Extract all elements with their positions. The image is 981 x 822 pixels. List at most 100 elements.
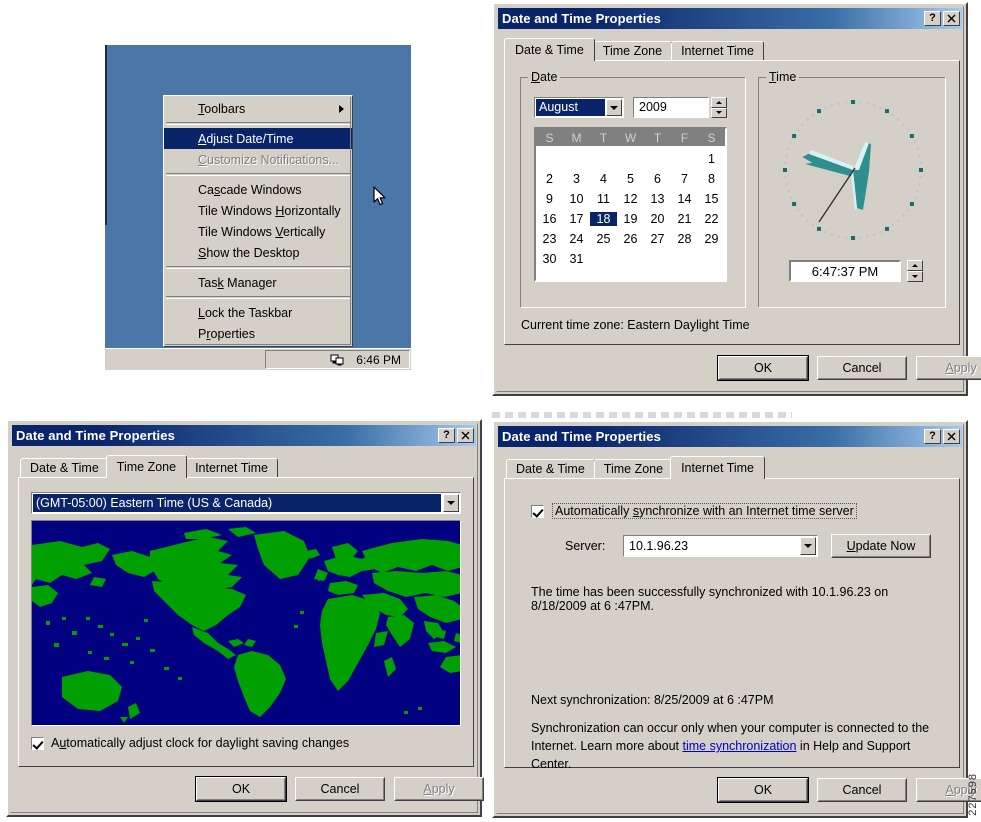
menu-item-tile-vertically[interactable]: Tile Windows Vertically [164,221,352,242]
tab-date-and-time[interactable]: Date & Time [20,458,109,477]
tab-internet-time[interactable]: Internet Time [671,41,765,60]
day-cell[interactable]: 11 [590,192,617,206]
month-dropdown-arrow-icon[interactable] [606,99,622,116]
tab-time-zone[interactable]: Time Zone [592,41,673,60]
cancel-button[interactable]: Cancel [817,778,907,802]
menu-item-label: Task Manager [198,275,277,290]
day-cell[interactable]: 12 [617,192,644,206]
close-button[interactable] [943,429,960,444]
menu-item-lock-taskbar[interactable]: Lock the Taskbar [164,302,352,323]
day-cell[interactable]: 25 [590,232,617,246]
year-stepper[interactable] [711,97,727,118]
tab-strip[interactable]: Date & Time Time Zone Internet Time [506,456,766,479]
menu-item-task-manager[interactable]: Task Manager [164,272,352,293]
day-cell[interactable]: 9 [536,192,563,206]
cancel-button[interactable]: Cancel [295,777,385,801]
year-stepper-down[interactable] [711,107,727,118]
year-field[interactable]: 2009 [633,97,709,118]
taskbar-clock[interactable]: 6:46 PM [356,353,401,367]
menu-item-properties[interactable]: Properties [164,323,352,344]
time-field[interactable]: 6:47:37 PM [789,260,901,282]
menu-item-show-desktop[interactable]: Show the Desktop [164,242,352,263]
auto-sync-checkbox[interactable] [531,504,544,518]
day-cell[interactable]: 17 [563,212,590,226]
daylight-saving-checkbox-row[interactable]: Automatically adjust clock for daylight … [31,736,349,750]
analog-clock[interactable] [773,90,933,250]
server-combobox[interactable]: 10.1.96.23 [623,535,818,557]
calendar[interactable]: S M T W T F S 1 2 3 4 5 6 7 8 9 10 11 12… [534,127,727,282]
day-cell[interactable]: 22 [698,212,725,226]
time-synchronization-link[interactable]: time synchronization [682,739,796,753]
day-cell[interactable]: 24 [563,232,590,246]
tab-time-zone[interactable]: Time Zone [593,459,674,478]
day-cell[interactable]: 1 [698,152,725,166]
taskbar[interactable]: 6:46 PM [105,348,411,370]
day-cell[interactable]: 27 [644,232,671,246]
day-cell[interactable]: 3 [563,172,590,186]
day-cell[interactable]: 6 [644,172,671,186]
day-cell[interactable]: 14 [671,192,698,206]
day-cell[interactable]: 23 [536,232,563,246]
day-cell[interactable]: 26 [617,232,644,246]
day-cell[interactable]: 28 [671,232,698,246]
close-button[interactable] [943,11,960,26]
timezone-combobox[interactable]: (GMT-05:00) Eastern Time (US & Canada) [31,492,461,514]
menu-item-tile-horizontally[interactable]: Tile Windows Horizontally [164,200,352,221]
day-cell[interactable]: 16 [536,212,563,226]
day-cell[interactable]: 29 [698,232,725,246]
ok-button[interactable]: OK [195,776,287,802]
timezone-dropdown-arrow-icon[interactable] [443,494,459,512]
world-map[interactable] [32,521,460,725]
time-stepper-up[interactable] [907,260,923,271]
calendar-row: 30 31 [536,249,725,269]
network-connection-icon[interactable] [330,353,346,367]
help-button[interactable]: ? [924,11,941,26]
title-bar[interactable]: Date and Time Properties ? [498,8,962,29]
system-tray[interactable]: 6:46 PM [265,350,410,369]
day-cell[interactable]: 10 [563,192,590,206]
ok-button[interactable]: OK [717,777,809,803]
tab-date-and-time[interactable]: Date & Time [506,459,595,478]
menu-item-toolbars[interactable]: Toolbars [164,98,352,119]
day-cell[interactable]: 7 [671,172,698,186]
daylight-saving-checkbox[interactable] [31,736,44,750]
time-stepper[interactable] [907,260,923,282]
day-cell[interactable]: 2 [536,172,563,186]
title-bar[interactable]: Date and Time Properties ? [12,425,476,446]
taskbar-context-menu[interactable]: Toolbars Adjust Date/Time Customize Noti… [163,95,353,347]
tab-internet-time[interactable]: Internet Time [670,456,766,479]
ok-button[interactable]: OK [717,355,809,381]
menu-separator [166,266,350,269]
close-button[interactable] [457,428,474,443]
tab-date-and-time[interactable]: Date & Time [504,38,595,61]
day-cell[interactable]: 21 [671,212,698,226]
auto-sync-checkbox-row[interactable]: Automatically synchronize with an Intern… [531,503,857,519]
help-button[interactable]: ? [438,428,455,443]
time-stepper-down[interactable] [907,271,923,282]
day-cell[interactable]: 13 [644,192,671,206]
day-cell[interactable]: 15 [698,192,725,206]
server-row: Server: 10.1.96.23 Update Now [565,534,955,559]
day-cell[interactable]: 19 [617,212,644,226]
day-cell[interactable]: 30 [536,252,563,266]
tab-strip[interactable]: Date & Time Time Zone Internet Time [504,38,765,61]
update-now-button[interactable]: Update Now [831,534,931,558]
menu-item-adjust-date-time[interactable]: Adjust Date/Time [164,128,352,149]
menu-item-cascade-windows[interactable]: Cascade Windows [164,179,352,200]
tab-internet-time[interactable]: Internet Time [185,458,279,477]
title-bar[interactable]: Date and Time Properties ? [498,426,962,447]
day-cell[interactable]: 8 [698,172,725,186]
tab-strip[interactable]: Date & Time Time Zone Internet Time [20,455,279,478]
hidden-window-edge [492,412,792,418]
day-cell[interactable]: 31 [563,252,590,266]
server-dropdown-arrow-icon[interactable] [800,537,816,555]
help-button[interactable]: ? [924,429,941,444]
day-cell[interactable]: 20 [644,212,671,226]
day-cell[interactable]: 5 [617,172,644,186]
day-cell-selected[interactable]: 18 [590,212,617,226]
tab-time-zone[interactable]: Time Zone [105,455,188,478]
year-stepper-up[interactable] [711,97,727,108]
day-cell[interactable]: 4 [590,172,617,186]
month-combobox[interactable]: August [534,97,624,118]
cancel-button[interactable]: Cancel [817,356,907,380]
